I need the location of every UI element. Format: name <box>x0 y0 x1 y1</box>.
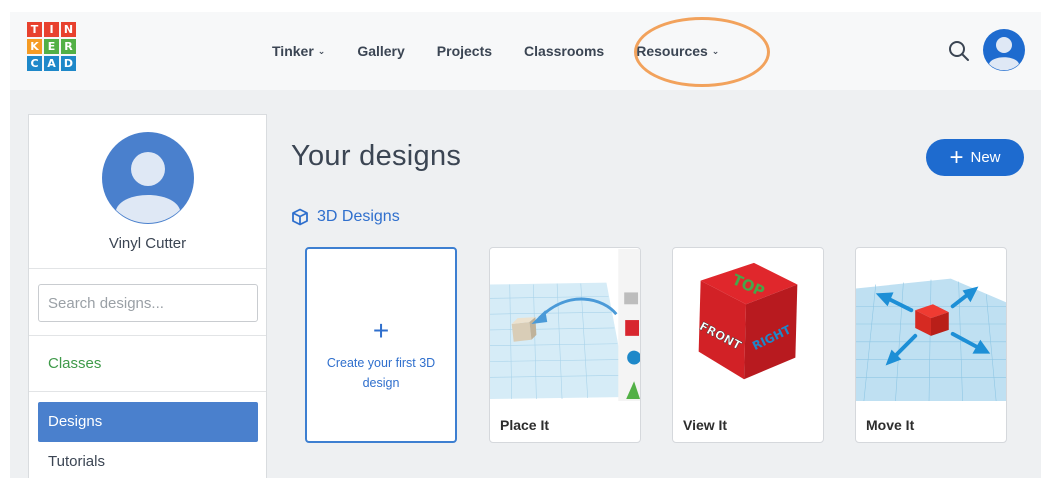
place-it-thumbnail <box>490 249 640 401</box>
logo-letter: D <box>61 56 76 71</box>
logo-letter: C <box>27 56 42 71</box>
logo-letter: K <box>27 39 42 54</box>
main-nav: Tinker ⌄ Gallery Projects Classrooms Res… <box>272 12 751 90</box>
design-card-label: View It <box>683 417 728 433</box>
logo-letter: I <box>44 22 59 37</box>
search-designs-input[interactable] <box>38 284 258 322</box>
cube-icon <box>292 208 308 226</box>
new-design-button[interactable]: + New <box>926 139 1024 176</box>
nav-gallery[interactable]: Gallery <box>357 43 404 59</box>
design-card-move-it[interactable]: Move It <box>855 247 1007 443</box>
nav-projects[interactable]: Projects <box>437 43 492 59</box>
logo-letter: N <box>61 22 76 37</box>
nav-classrooms[interactable]: Classrooms <box>524 43 604 59</box>
plus-icon: + <box>949 143 964 171</box>
nav-tinker[interactable]: Tinker ⌄ <box>272 43 325 59</box>
logo-letter: R <box>61 39 76 54</box>
view-it-thumbnail: TOP FRONT RIGHT <box>673 249 823 401</box>
sidebar: Vinyl Cutter Classes Designs Tutorials <box>28 114 267 478</box>
chevron-down-icon: ⌄ <box>317 45 326 56</box>
sidebar-item-designs[interactable]: Designs <box>38 402 258 442</box>
nav-resources[interactable]: Resources ⌄ <box>636 43 719 59</box>
profile-username: Vinyl Cutter <box>108 235 187 252</box>
top-navigation-bar: T I N K E R C A D Tinker ⌄ Gallery Proje… <box>10 12 1041 90</box>
section-3d-designs[interactable]: 3D Designs <box>291 208 400 226</box>
divider <box>29 391 266 392</box>
design-card-label: Place It <box>500 417 550 433</box>
chevron-down-icon: ⌄ <box>711 45 720 56</box>
design-card-view-it[interactable]: TOP FRONT RIGHT View It <box>672 247 824 443</box>
plus-icon: + <box>372 315 390 346</box>
nav-resources-label: Resources <box>636 43 708 59</box>
sidebar-item-classes[interactable]: Classes <box>48 355 101 372</box>
new-button-label: New <box>970 149 1001 166</box>
page-title: Your designs <box>291 140 462 172</box>
divider <box>29 268 266 269</box>
logo-letter: T <box>27 22 42 37</box>
design-card-place-it[interactable]: Place It <box>489 247 641 443</box>
logo-letter: A <box>44 56 59 71</box>
create-design-card[interactable]: + Create your first 3D design <box>305 247 457 443</box>
tinkercad-logo[interactable]: T I N K E R C A D <box>27 22 77 72</box>
sidebar-item-tutorials[interactable]: Tutorials <box>48 453 105 470</box>
search-icon[interactable] <box>947 39 971 63</box>
user-avatar-icon[interactable] <box>983 29 1025 71</box>
nav-tinker-label: Tinker <box>272 43 314 59</box>
move-it-thumbnail <box>856 249 1006 402</box>
profile-avatar-icon[interactable] <box>102 132 194 224</box>
create-design-text: Create your first 3D design <box>326 356 436 390</box>
design-card-label: Move It <box>866 417 915 433</box>
logo-letter: E <box>44 39 59 54</box>
section-3d-designs-label: 3D Designs <box>317 208 400 225</box>
divider <box>29 335 266 336</box>
